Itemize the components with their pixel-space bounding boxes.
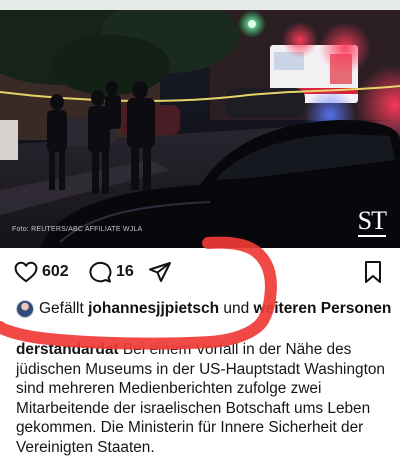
liker-username[interactable]: johannesjjpietsch	[88, 300, 219, 318]
liked-others[interactable]: weiteren Personen	[254, 300, 392, 318]
bookmark-icon	[365, 261, 381, 283]
post-caption: derstandardat Bei einem Vorfall in der N…	[16, 340, 398, 457]
liked-by-row[interactable]: Gefällt johannesjjpietsch und weiteren P…	[16, 298, 391, 320]
heart-icon	[14, 261, 38, 283]
share-button[interactable]	[148, 260, 172, 284]
photo-credit: Foto: REUTERS/ABC AFFILIATE WJLA	[12, 226, 143, 233]
likes-count: 602	[42, 263, 69, 280]
caption-username[interactable]: derstandardat	[16, 341, 119, 358]
night-street-scene	[0, 10, 400, 248]
status-strip	[0, 0, 400, 10]
comment-button[interactable]: 16	[88, 260, 134, 284]
comment-icon	[89, 261, 112, 283]
share-icon	[149, 262, 171, 282]
comments-count: 16	[116, 263, 134, 280]
post-image[interactable]: Foto: REUTERS/ABC AFFILIATE WJLA ST	[0, 10, 400, 248]
post-action-bar: 602 16	[0, 250, 400, 294]
liked-connector: und	[223, 300, 250, 317]
liker-avatar[interactable]	[16, 300, 34, 318]
caption-text: Bei einem Vorfall in der Nähe des jüdisc…	[16, 341, 385, 456]
liked-prefix: Gefällt	[39, 300, 84, 317]
like-button[interactable]: 602	[14, 260, 69, 284]
save-button[interactable]	[362, 260, 384, 284]
publisher-logo: ST	[357, 206, 387, 237]
